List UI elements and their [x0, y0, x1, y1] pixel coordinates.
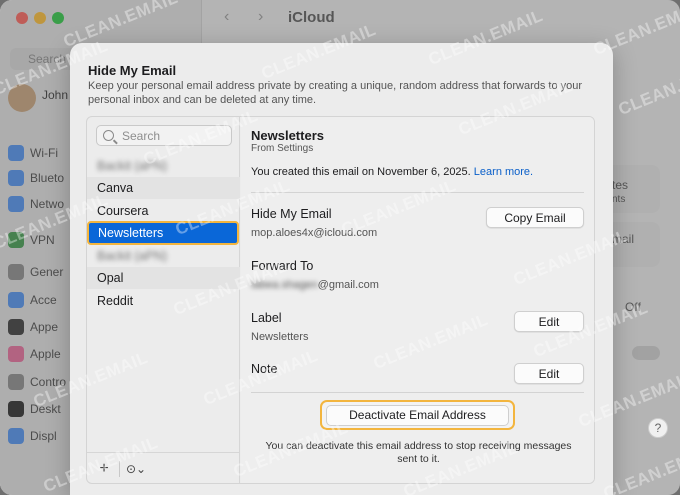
deactivate-highlight: Deactivate Email Address — [320, 400, 515, 430]
list-item-label: Reddit — [97, 294, 134, 308]
list-item-coursera[interactable]: Coursera — [87, 200, 240, 222]
sheet-title: Hide My Email — [88, 63, 177, 78]
list-item-label: Backit (aPN) — [97, 159, 168, 173]
list-item-canva[interactable]: Canva — [87, 177, 240, 199]
list-item-label: Coursera — [97, 204, 149, 218]
deactivate-email-button[interactable]: Deactivate Email Address — [326, 404, 509, 426]
detail-title: Newsletters — [251, 128, 324, 143]
list-item-reddit[interactable]: Reddit — [87, 290, 240, 312]
created-text: You created this email on November 6, 20… — [251, 166, 471, 178]
divider — [251, 192, 584, 193]
email-panel: Search Backit (aPN) Canva Coursera Newsl… — [86, 116, 595, 484]
edit-note-button[interactable]: Edit — [514, 363, 584, 384]
hide-my-email-value: mop.aloes4x@icloud.com — [251, 227, 378, 239]
created-info: You created this email on November 6, 20… — [251, 166, 533, 178]
note-label: Note — [251, 362, 278, 376]
edit-label-button[interactable]: Edit — [514, 311, 584, 332]
learn-more-link[interactable]: Learn more. — [474, 166, 533, 178]
list-item[interactable]: Backit (aPN) — [87, 245, 240, 267]
address-list: Search Backit (aPN) Canva Coursera Newsl… — [87, 117, 240, 452]
forward-to-domain: @gmail.com — [317, 279, 379, 291]
label-value: Newsletters — [251, 331, 309, 343]
copy-email-button[interactable]: Copy Email — [486, 207, 584, 228]
list-item-label: Opal — [97, 271, 124, 285]
forward-to-label: Forward To — [251, 259, 314, 273]
hide-my-email-label: Hide My Email — [251, 207, 332, 221]
deactivate-note: You can deactivate this email address to… — [265, 440, 572, 465]
list-item-label: Backit (aPN) — [97, 249, 168, 263]
list-item-label: Newsletters — [98, 226, 164, 240]
list-item-opal[interactable]: Opal — [87, 267, 240, 289]
list-item-label: Canva — [97, 181, 134, 195]
search-icon — [103, 130, 114, 141]
help-button[interactable]: ? — [648, 418, 668, 438]
forward-to-value: tabea.shagen@gmail.com — [251, 279, 379, 291]
more-options-button[interactable]: ⊙⌄ — [126, 462, 146, 476]
search-placeholder: Search — [122, 128, 161, 143]
add-address-button[interactable]: + — [95, 460, 113, 478]
hide-my-email-sheet: Hide My Email Keep your personal email a… — [70, 43, 613, 495]
divider — [119, 461, 120, 477]
divider — [251, 392, 584, 393]
search-input[interactable]: Search — [96, 125, 232, 146]
forward-to-hidden: tabea.shagen — [251, 279, 318, 291]
sheet-description: Keep your personal email address private… — [88, 80, 583, 106]
list-item-newsletters[interactable]: Newsletters — [87, 221, 239, 245]
list-footer: + ⊙⌄ — [87, 452, 240, 483]
address-detail: Newsletters From Settings You created th… — [241, 117, 594, 483]
list-item[interactable]: Backit (aPN) — [87, 155, 240, 177]
detail-subtitle: From Settings — [251, 143, 314, 154]
label-label: Label — [251, 311, 282, 325]
